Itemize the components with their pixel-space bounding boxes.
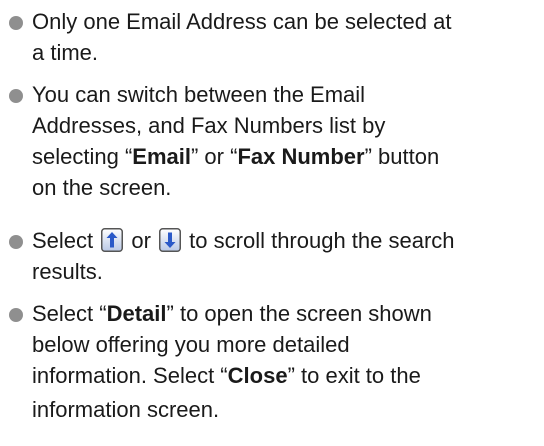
detail-button-label: Detail [106,301,167,326]
list-item-email-selection: Only one Email Address can be selected a… [8,6,544,68]
up-arrow-icon [101,228,124,252]
text-fragment: or [125,228,158,253]
text-line: information screen. [32,397,220,422]
list-item-detail: Select “Detail” to open the screen shown… [8,298,544,429]
text-fragment: selecting “ [32,144,133,169]
list-item-switch-lists: You can switch between the Email Address… [8,79,544,203]
text-fragment: to scroll through the search [183,228,455,253]
text-line: a time. [32,40,99,65]
text-line: Select “Detail” to open the screen shown [32,298,544,329]
text-line: You can switch between the Email [32,82,366,107]
text-fragment: Select “ [32,301,107,326]
text-fragment: ” button [364,144,440,169]
close-button-label: Close [227,363,288,388]
text-fragment: ” to open the screen shown [166,301,432,326]
text-fragment: ” or “ [190,144,238,169]
text-line: on the screen. [32,175,172,200]
bullet-icon [9,308,23,322]
email-button-label: Email [132,144,191,169]
text-line: selecting “Email” or “Fax Number” button [32,141,544,172]
text-line: Only one Email Address can be selected a… [32,9,452,34]
text-line: below offering you more detailed [32,332,350,357]
bullet-icon [9,89,23,103]
down-arrow-icon [159,228,182,252]
instruction-list: Only one Email Address can be selected a… [8,6,544,440]
text-line: Addresses, and Fax Numbers list by [32,113,386,138]
text-line: results. [32,259,103,284]
text-line: Select or to scroll through the search [32,225,544,256]
fax-number-button-label: Fax Number [237,144,365,169]
text-line: information. Select “Close” to exit to t… [32,360,544,391]
list-item-scroll: Select or to scroll through the search r… [8,225,544,287]
text-fragment: information. Select “ [32,363,228,388]
bullet-icon [9,235,23,249]
bullet-icon [9,16,23,30]
text-fragment: ” to exit to the [287,363,421,388]
text-fragment: Select [32,228,100,253]
